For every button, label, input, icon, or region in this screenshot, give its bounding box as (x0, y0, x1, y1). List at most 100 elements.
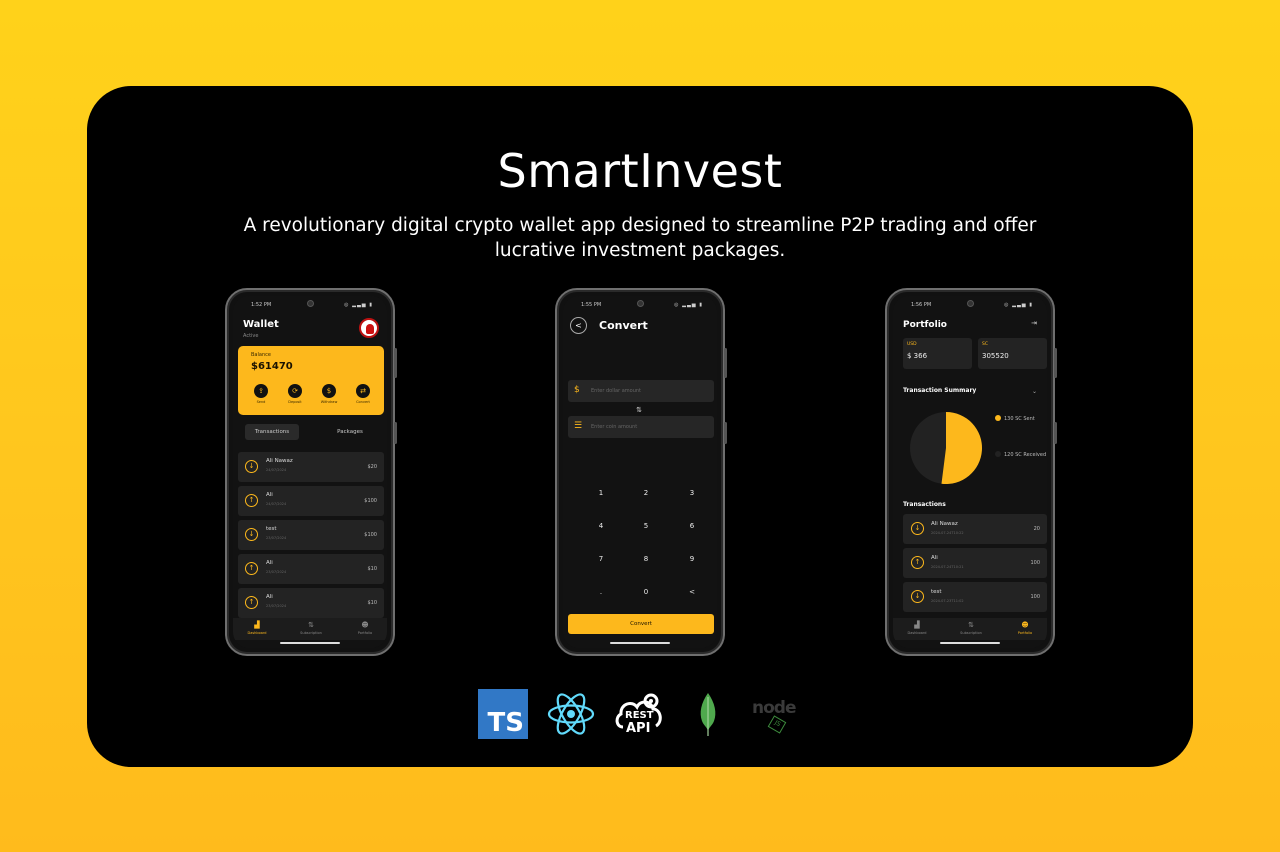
key-1[interactable]: 1 (591, 489, 611, 503)
key-9[interactable]: 9 (682, 555, 702, 569)
list-item[interactable]: ↑ Ali 23/07/2024 $10 (238, 554, 384, 584)
rest-label: REST (625, 710, 654, 721)
camera-icon (967, 300, 974, 307)
legend-sent: 130 SC Sent (995, 415, 1035, 422)
tab-packages[interactable]: Packages (329, 424, 371, 440)
arrow-up-icon: ↑ (245, 596, 258, 609)
key-5[interactable]: 5 (636, 522, 656, 536)
key-decimal[interactable]: . (591, 588, 611, 602)
key-6[interactable]: 6 (682, 522, 702, 536)
bar-chart-icon: ▟ (914, 621, 920, 629)
legend-label-sent: 130 SC Sent (1004, 416, 1035, 422)
convert-button[interactable]: ⇄ Convert (352, 384, 374, 404)
logout-icon[interactable]: ⇥ (1031, 319, 1037, 327)
key-8[interactable]: 8 (636, 555, 656, 569)
status-bar: 1:56 PM ◎ ▂▃▅ ▮ (893, 300, 1047, 310)
send-label: Send (256, 400, 266, 404)
dollar-icon: $ (574, 385, 580, 395)
key-0[interactable]: 0 (636, 588, 656, 602)
tx-amount: $20 (367, 464, 377, 470)
send-button[interactable]: ⇪ Send (250, 384, 272, 404)
nav-portfolio[interactable]: ☻ Portfolio (345, 621, 385, 635)
typescript-icon: TS (478, 689, 528, 739)
key-4[interactable]: 4 (591, 522, 611, 536)
nav-label: Portfolio (357, 631, 373, 635)
status-bar: 1:52 PM ◎ ▂▃▅ ▮ (233, 300, 387, 310)
arrow-up-icon: ↑ (911, 556, 924, 569)
phone-side-button (724, 348, 727, 378)
list-item[interactable]: ↓ Ali Nawaz 24/07/2024 $20 (238, 452, 384, 482)
pie-slice-sent (941, 412, 982, 484)
tx-name: Ali Nawaz (931, 521, 958, 527)
tx-name: Ali (266, 594, 273, 600)
nav-subscription[interactable]: ⇅ Subscription (951, 621, 991, 635)
back-button[interactable]: < (570, 317, 587, 334)
summary-pie-chart (910, 412, 982, 484)
coin-amount-field[interactable]: ☰ Enter coin amount (568, 416, 714, 438)
tx-name: test (931, 589, 942, 595)
portfolio-title: Portfolio (903, 320, 947, 330)
list-item[interactable]: ↓ test 23/07/2024 $100 (238, 520, 384, 550)
list-item[interactable]: ↓ Ali Nawaz 2024-07-24T10:22 20 (903, 514, 1047, 544)
bar-chart-icon: ▟ (254, 621, 260, 629)
tx-date: 2024-07-24T10:22 (931, 531, 964, 535)
deposit-button[interactable]: ⟳ Deposit (284, 384, 306, 404)
tx-date: 23/07/2024 (266, 536, 287, 540)
nav-dashboard[interactable]: ▟ Dashboard (237, 621, 277, 635)
status-bar: 1:55 PM ◎ ▂▃▅ ▮ (563, 300, 717, 310)
list-item[interactable]: ↓ test 2024-07-23T11:02 100 (903, 582, 1047, 612)
bottom-nav: ▟ Dashboard ⇅ Subscription ☻ Portfolio (893, 618, 1047, 640)
tx-amount: $10 (367, 566, 377, 572)
status-icons: ◎ ▂▃▅ ▮ (674, 302, 703, 308)
api-label: API (626, 721, 651, 736)
rest-api-icon: REST API (613, 689, 665, 739)
phone-convert: 1:55 PM ◎ ▂▃▅ ▮ < Convert $ Enter dollar… (555, 288, 727, 656)
tx-amount: 100 (1030, 560, 1040, 566)
phone-side-button (1054, 348, 1057, 378)
phone-side-button (724, 422, 727, 444)
key-backspace[interactable]: < (682, 588, 702, 602)
avatar[interactable] (359, 318, 379, 338)
showcase-card: SmartInvest A revolutionary digital cryp… (87, 86, 1193, 767)
list-item[interactable]: ↑ Ali 2024-07-24T10:21 100 (903, 548, 1047, 578)
arrow-down-icon: ↓ (911, 522, 924, 535)
dollar-amount-field[interactable]: $ Enter dollar amount (568, 380, 714, 402)
exchange-icon: ⇅ (308, 621, 314, 629)
key-2[interactable]: 2 (636, 489, 656, 503)
nav-dashboard[interactable]: ▟ Dashboard (897, 621, 937, 635)
nav-subscription[interactable]: ⇅ Subscription (291, 621, 331, 635)
deposit-label: Deposit (288, 400, 302, 404)
nav-label: Subscription (300, 631, 322, 635)
key-3[interactable]: 3 (682, 489, 702, 503)
status-time: 1:56 PM (911, 302, 932, 308)
tx-name: Ali (266, 492, 273, 498)
user-icon: ☻ (361, 621, 369, 629)
coins-icon: ☰ (574, 421, 583, 431)
balance-label: Balance (251, 352, 271, 358)
tab-transactions[interactable]: Transactions (245, 424, 299, 440)
arrow-down-icon: ↓ (911, 590, 924, 603)
phone-side-button (394, 348, 397, 378)
legend-dot-received (995, 451, 1001, 457)
arrow-up-icon: ↑ (245, 494, 258, 507)
convert-submit-button[interactable]: Convert (568, 614, 714, 634)
tx-name: Ali (266, 560, 273, 566)
sc-balance-box: SC 305520 (978, 338, 1047, 369)
tx-amount: 20 (1033, 526, 1040, 532)
dollar-amount-placeholder: Enter dollar amount (591, 388, 642, 394)
home-indicator (610, 642, 670, 644)
withdraw-button[interactable]: $ Withdraw (318, 384, 340, 404)
list-item[interactable]: ↑ Ali 24/07/2024 $100 (238, 486, 384, 516)
chevron-left-icon: < (575, 321, 582, 330)
nav-portfolio[interactable]: ☻ Portfolio (1005, 621, 1045, 635)
phone-wallet: 1:52 PM ◎ ▂▃▅ ▮ Wallet Active Balance $6… (225, 288, 397, 656)
bottom-nav: ▟ Dashboard ⇅ Subscription ☻ Portfolio (233, 618, 387, 640)
key-7[interactable]: 7 (591, 555, 611, 569)
tx-date: 23/07/2024 (266, 570, 287, 574)
legend-dot-sent (995, 415, 1001, 421)
send-icon: ⇪ (254, 384, 268, 398)
nav-label: Subscription (960, 631, 982, 635)
chevron-down-icon[interactable]: ⌄ (1032, 388, 1037, 395)
sc-label: SC (982, 342, 988, 347)
list-item[interactable]: ↑ Ali 23/07/2024 $10 (238, 588, 384, 618)
